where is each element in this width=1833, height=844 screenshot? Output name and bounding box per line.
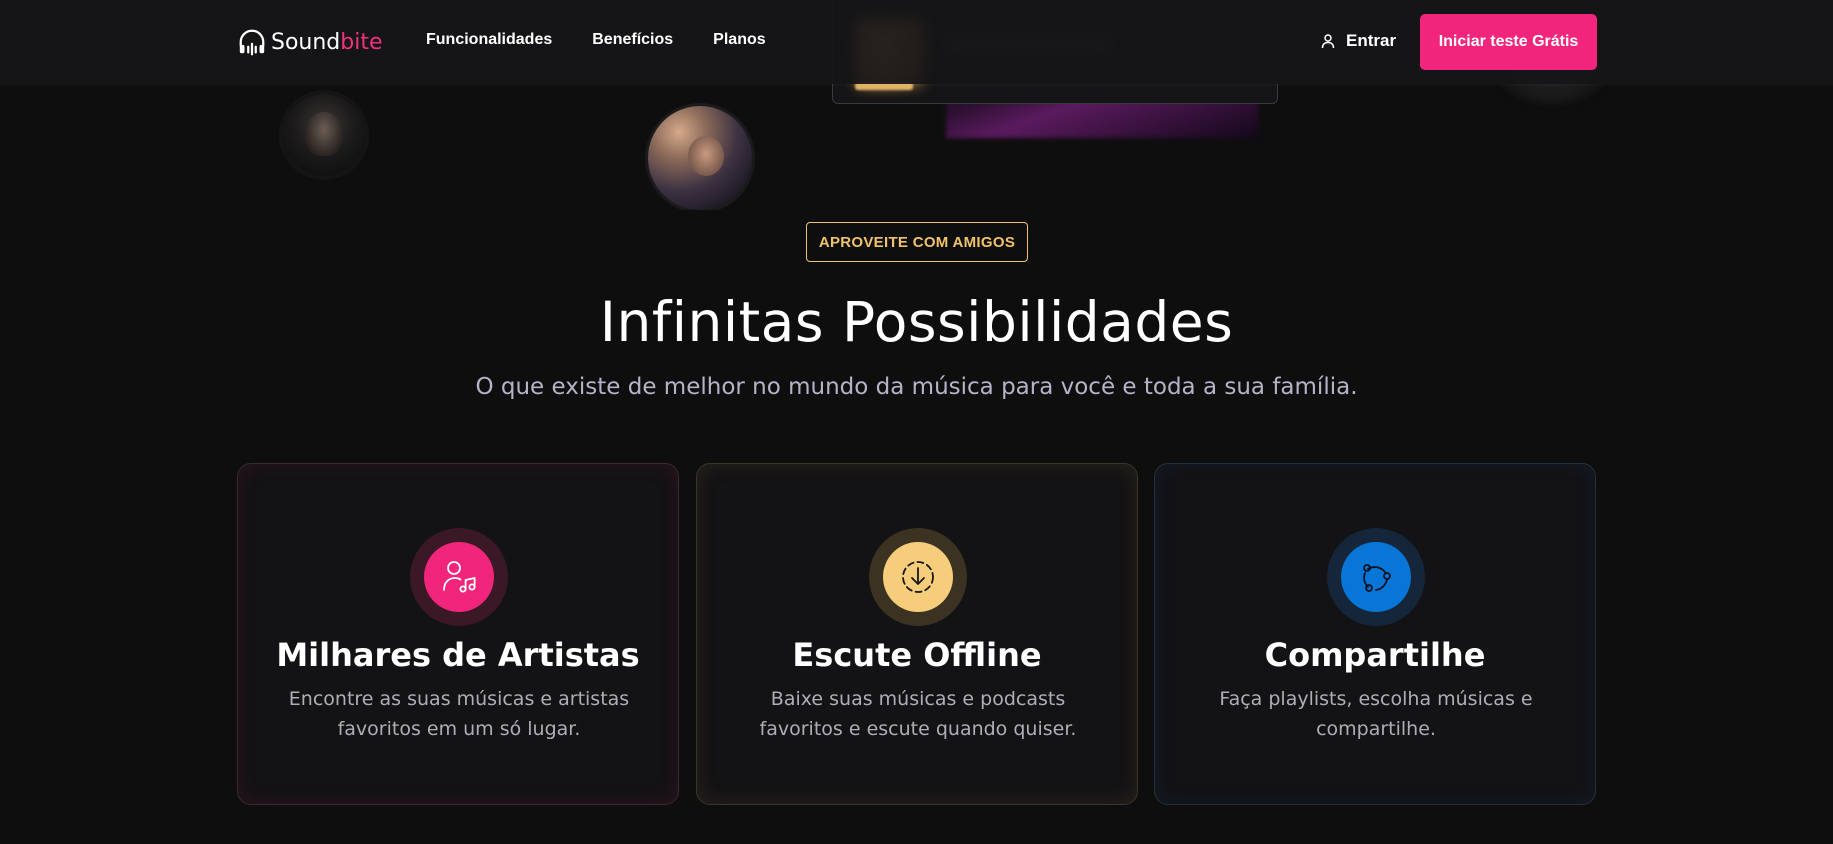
feature-text: Faça playlists, escolha músicas e compar… bbox=[1219, 688, 1533, 740]
feature-icon-ring bbox=[410, 528, 508, 626]
start-trial-button[interactable]: Iniciar teste Grátis bbox=[1420, 14, 1597, 70]
nav-item-beneficios[interactable]: Benefícios bbox=[592, 31, 673, 49]
download-offline-icon bbox=[902, 561, 934, 593]
feature-card-artists: Milhares de Artistas Encontre as suas mú… bbox=[237, 463, 679, 805]
section-tag: APROVEITE COM AMIGOS bbox=[806, 222, 1028, 262]
logo-text-part1: Sound bbox=[271, 29, 341, 55]
login-link[interactable]: Entrar bbox=[1320, 31, 1396, 51]
feature-icon-ring bbox=[1327, 528, 1425, 626]
artist-avatar bbox=[648, 106, 752, 210]
feature-icon-badge bbox=[1341, 542, 1411, 612]
logo[interactable]: Soundbite bbox=[237, 26, 383, 58]
feature-icon-badge bbox=[424, 542, 494, 612]
feature-icon-ring bbox=[869, 528, 967, 626]
feature-cards: Milhares de Artistas Encontre as suas mú… bbox=[237, 463, 1597, 805]
logo-text-part2: bite bbox=[340, 29, 383, 55]
section-title: Infinitas Possibilidades bbox=[599, 290, 1234, 354]
artist-music-icon bbox=[443, 561, 476, 593]
section-subtitle: O que existe de melhor no mundo da músic… bbox=[475, 374, 1358, 400]
nav-item-funcionalidades[interactable]: Funcionalidades bbox=[426, 31, 552, 49]
feature-text: Encontre as suas músicas e artistas favo… bbox=[288, 688, 630, 740]
headphones-icon bbox=[239, 29, 265, 56]
login-label: Entrar bbox=[1346, 31, 1397, 50]
feature-icon-badge bbox=[883, 542, 953, 612]
feature-title: Escute Offline bbox=[792, 636, 1042, 674]
artist-avatar bbox=[283, 94, 365, 176]
feature-card-offline: Escute Offline Baixe suas músicas e podc… bbox=[696, 463, 1138, 805]
nav-item-planos[interactable]: Planos bbox=[713, 31, 765, 49]
site-header: Soundbite Funcionalidades Benefícios Pla… bbox=[0, 0, 1833, 84]
logo-text: Soundbite bbox=[271, 30, 383, 55]
feature-text: Baixe suas músicas e podcasts favoritos … bbox=[759, 688, 1077, 740]
feature-title: Milhares de Artistas bbox=[276, 636, 640, 674]
user-icon bbox=[1321, 34, 1335, 49]
share-icon bbox=[1363, 564, 1391, 592]
main-nav: Funcionalidades Benefícios Planos bbox=[426, 31, 766, 49]
feature-title: Compartilhe bbox=[1264, 636, 1486, 674]
feature-card-share: Compartilhe Faça playlists, escolha músi… bbox=[1154, 463, 1596, 805]
